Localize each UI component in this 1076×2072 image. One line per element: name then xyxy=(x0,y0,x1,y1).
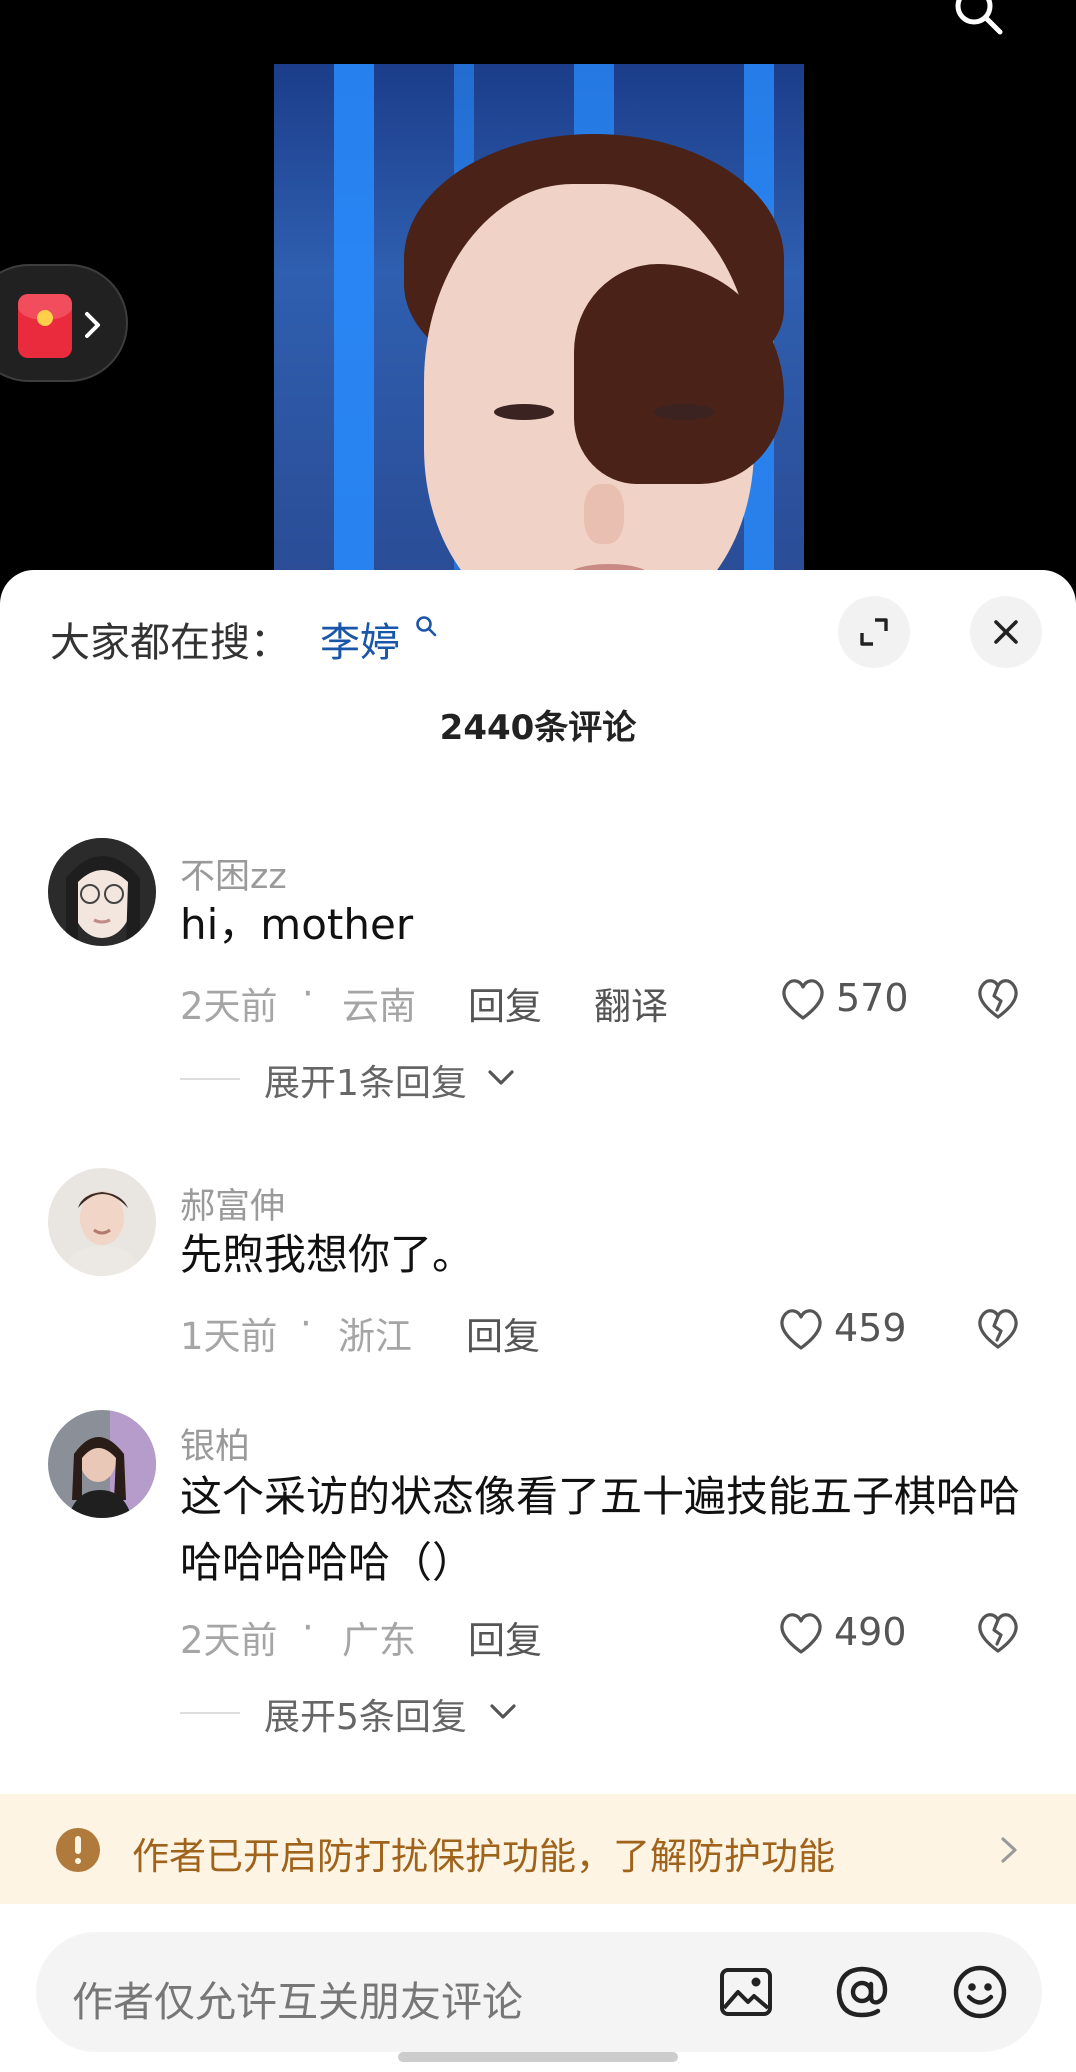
close-icon xyxy=(994,620,1018,644)
heart-icon xyxy=(780,1309,822,1350)
expand-replies-button[interactable]: 展开5条回复 xyxy=(180,1688,580,1738)
video-figure-eye xyxy=(494,404,554,420)
reply-button[interactable]: 回复 xyxy=(468,976,542,1030)
comment-time: 1天前 xyxy=(180,1315,278,1358)
close-button[interactable] xyxy=(970,596,1042,668)
heart-icon xyxy=(782,979,824,1020)
chevron-down-icon xyxy=(490,1704,516,1719)
red-packet-button[interactable] xyxy=(0,264,128,382)
expand-replies-label: 展开1条回复 xyxy=(264,1063,467,1104)
comment-input[interactable]: 作者仅允许互关朋友评论 xyxy=(36,1932,1042,2052)
dislike-heart-icon[interactable] xyxy=(974,1304,1022,1352)
video-figure-eye xyxy=(654,404,714,420)
avatar[interactable] xyxy=(48,838,156,946)
expand-replies-label: 展开5条回复 xyxy=(264,1697,467,1738)
comment-username[interactable]: 银柏 xyxy=(180,1418,250,1469)
protection-notice-banner[interactable]: 作者已开启防打扰保护功能，了解防护功能 xyxy=(0,1794,1076,1904)
video-figure-nose xyxy=(584,484,624,544)
comment-location: 广东 xyxy=(342,1619,416,1662)
avatar-image xyxy=(48,1168,156,1276)
image-icon[interactable] xyxy=(716,1962,776,2022)
meta-separator: · xyxy=(302,1606,314,1649)
comment-text: 先煦我想你了。 xyxy=(180,1230,475,1279)
comment-location: 云南 xyxy=(342,985,416,1028)
trending-label: 大家都在搜： xyxy=(50,620,290,666)
avatar-image xyxy=(48,838,156,946)
home-indicator xyxy=(398,2052,678,2062)
comment-time: 2天前 xyxy=(180,985,278,1028)
translate-button[interactable]: 翻译 xyxy=(594,976,668,1030)
meta-separator: · xyxy=(300,1302,312,1345)
red-packet-icon xyxy=(18,294,72,358)
alert-icon xyxy=(56,1828,100,1872)
like-button[interactable]: 570 xyxy=(778,976,928,1026)
meta-separator: · xyxy=(302,972,314,1015)
search-icon[interactable] xyxy=(950,0,1006,38)
comment-text: 这个采访的状态像看了五十遍技能五子棋哈哈哈哈哈哈哈（） xyxy=(180,1472,1021,1587)
dislike-heart-icon[interactable] xyxy=(974,1608,1022,1656)
reply-button[interactable]: 回复 xyxy=(466,1306,540,1360)
heart-icon xyxy=(780,1613,822,1654)
chevron-right-icon xyxy=(1001,1837,1017,1863)
video-area[interactable] xyxy=(0,0,1076,600)
like-count: 570 xyxy=(836,976,909,1020)
comment-count: 2440条评论 xyxy=(439,708,637,748)
comment-input-placeholder: 作者仅允许互关朋友评论 xyxy=(72,1978,523,2026)
like-count: 459 xyxy=(834,1306,907,1350)
divider xyxy=(180,1712,240,1714)
mention-icon[interactable] xyxy=(832,1962,892,2022)
avatar[interactable] xyxy=(48,1168,156,1276)
protection-notice-text: 作者已开启防打扰保护功能，了解防护功能 xyxy=(132,1835,835,1878)
emoji-icon[interactable] xyxy=(950,1962,1010,2022)
expand-icon xyxy=(860,618,888,646)
avatar[interactable] xyxy=(48,1410,156,1518)
like-button[interactable]: 459 xyxy=(776,1306,926,1356)
trending-search-term[interactable]: 李婷 xyxy=(320,610,400,668)
dislike-heart-icon[interactable] xyxy=(974,974,1022,1022)
comment-text: hi，mother xyxy=(180,900,414,949)
expand-sheet-button[interactable] xyxy=(838,596,910,668)
chevron-down-icon xyxy=(488,1070,514,1085)
avatar-image xyxy=(48,1410,156,1518)
search-icon xyxy=(416,616,437,637)
comment-time: 2天前 xyxy=(180,1619,278,1662)
video-frame[interactable] xyxy=(274,64,804,584)
comment-sheet: 大家都在搜： 李婷 2440条评论 不困zz hi，mother 2天前 · 云… xyxy=(0,570,1076,2072)
chevron-right-icon xyxy=(85,312,100,338)
like-button[interactable]: 490 xyxy=(776,1610,926,1660)
like-count: 490 xyxy=(834,1610,907,1654)
expand-replies-button[interactable]: 展开1条回复 xyxy=(180,1054,580,1104)
comment-location: 浙江 xyxy=(338,1315,412,1358)
divider xyxy=(180,1078,240,1080)
reply-button[interactable]: 回复 xyxy=(468,1610,542,1664)
